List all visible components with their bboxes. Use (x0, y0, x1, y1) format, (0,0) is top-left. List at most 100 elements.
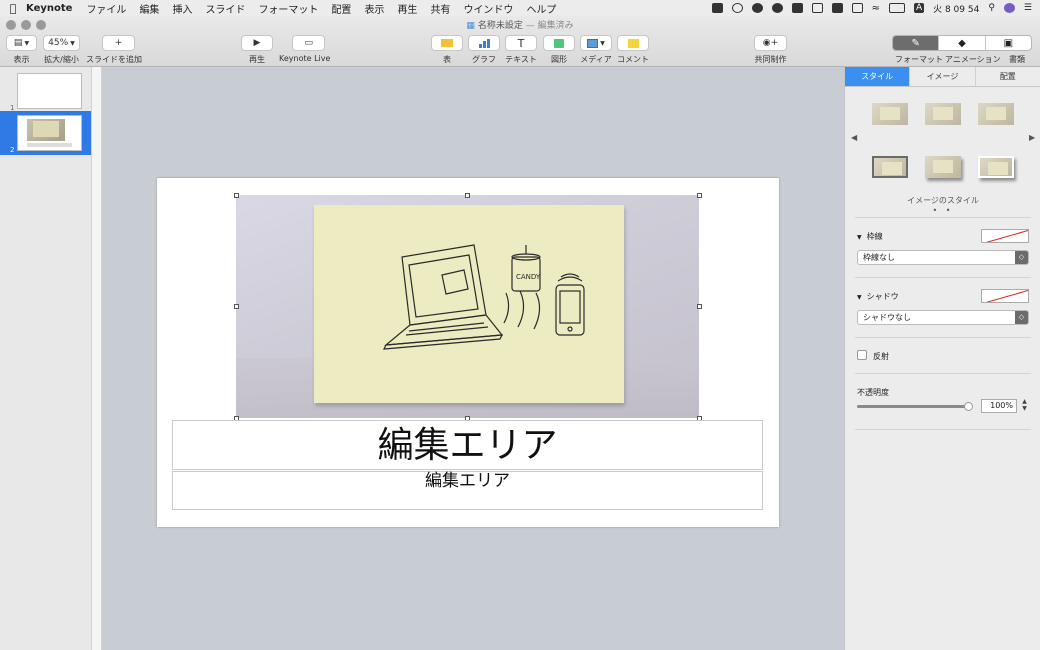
tab-image[interactable]: イメージ (910, 67, 976, 86)
opacity-slider[interactable] (857, 402, 973, 411)
collaborate-tool: ◉+ 共同制作 (754, 35, 787, 65)
menu-insert[interactable]: 挿入 (172, 1, 192, 16)
keynote-live-button[interactable]: ▭ (292, 35, 326, 51)
airplay-icon[interactable] (851, 3, 863, 13)
media-button[interactable]: ▼ (580, 35, 612, 51)
tab-arrange[interactable]: 配置 (976, 67, 1040, 86)
chevron-right-icon[interactable]: ▶ (1029, 133, 1035, 142)
chevron-updown-icon: ◇ (1015, 251, 1028, 264)
table-button[interactable] (431, 35, 463, 51)
collaborate-button[interactable]: ◉+ (754, 35, 787, 51)
apple-menu-icon[interactable]:  (0, 2, 26, 15)
chart-label: グラフ (472, 55, 496, 64)
navigator-scrollbar[interactable] (91, 67, 102, 650)
image-style-preset[interactable] (872, 103, 908, 125)
document-tab-button[interactable]: ▣ (986, 36, 1031, 50)
resize-handle-top[interactable] (465, 193, 470, 198)
battery-icon[interactable] (888, 3, 905, 13)
resize-handle-left[interactable] (234, 304, 239, 309)
border-style-value: 枠線なし (863, 253, 895, 262)
chart-button[interactable] (468, 35, 500, 51)
menu-edit[interactable]: 編集 (139, 1, 159, 16)
slide-image[interactable]: CANDY (236, 195, 699, 418)
divider (855, 337, 1031, 338)
wifi-icon[interactable]: ≈ (872, 3, 880, 14)
add-slide-button[interactable]: + (102, 35, 135, 51)
menu-view[interactable]: 表示 (364, 1, 384, 16)
menu-play[interactable]: 再生 (397, 1, 417, 16)
image-style-preset[interactable] (872, 156, 908, 178)
shadow-section-header[interactable]: ▼ シャドウ (857, 291, 899, 302)
contrast-icon[interactable] (811, 3, 823, 13)
inspector-switcher: ✎ ◆ ▣ (892, 35, 1032, 51)
opacity-input[interactable]: 100% (981, 399, 1017, 413)
slide-thumbnail-1[interactable]: 1 (0, 69, 91, 113)
table-icon (441, 39, 453, 47)
clock[interactable]: 火 8 09 54 (933, 2, 979, 15)
cloud-icon[interactable] (751, 3, 763, 13)
comment-button[interactable] (617, 35, 649, 51)
collaborate-icon: ◉+ (762, 38, 779, 48)
shadow-color-well[interactable] (981, 289, 1029, 303)
image-style-preset[interactable] (978, 103, 1014, 125)
shadow-style-select[interactable]: シャドウなし ◇ (857, 310, 1029, 325)
animate-tab-button[interactable]: ◆ (939, 36, 986, 50)
sync-icon[interactable] (771, 3, 783, 13)
play-button[interactable]: ▶ (241, 35, 273, 51)
keynote-live-tool: ▭ Keynote Live (279, 35, 330, 63)
sidebar-icon: ▤ (13, 38, 23, 48)
image-style-preset[interactable] (978, 156, 1014, 178)
input-source-indicator[interactable]: A (913, 3, 925, 13)
list-icon[interactable]: ☰ (1024, 3, 1032, 13)
view-button[interactable]: ▤ ▼ (6, 35, 37, 51)
border-color-well[interactable] (981, 229, 1029, 243)
menu-help[interactable]: ヘルプ (526, 1, 556, 16)
image-style-presets (862, 100, 1026, 180)
document-status: — 編集済み (525, 21, 574, 31)
chart-icon (478, 38, 490, 48)
chevron-left-icon[interactable]: ◀ (851, 133, 857, 142)
menu-slide[interactable]: スライド (205, 1, 245, 16)
zoom-select[interactable]: 45% ▼ (43, 35, 80, 51)
resize-handle-top-right[interactable] (697, 193, 702, 198)
search-icon[interactable]: ⚲ (988, 3, 995, 13)
page-indicator[interactable]: • • (845, 206, 1040, 215)
resize-handle-right[interactable] (697, 304, 702, 309)
slide-subtitle-textbox[interactable]: 編集エリア (172, 471, 763, 510)
broadcast-icon: ▭ (304, 38, 313, 48)
tab-style[interactable]: スタイル (845, 67, 911, 86)
menu-app-name[interactable]: Keynote (26, 3, 72, 14)
resize-handle-top-left[interactable] (234, 193, 239, 198)
border-section-header[interactable]: ▼ 枠線 (857, 231, 883, 242)
opacity-label: 不透明度 (857, 388, 889, 397)
menu-arrange[interactable]: 配置 (331, 1, 351, 16)
document-icon: ▣ (1003, 37, 1014, 49)
play-label: 再生 (249, 55, 265, 64)
dropbox-icon[interactable] (711, 3, 723, 13)
opacity-stepper[interactable]: ▲ ▼ (1020, 398, 1029, 413)
document-icon: ▦ (466, 21, 475, 31)
bluetooth-icon[interactable] (831, 3, 843, 13)
text-button[interactable]: T (505, 35, 537, 51)
view-tool: ▤ ▼ 表示 (6, 35, 37, 65)
clipboard-icon[interactable] (731, 3, 743, 13)
shape-button[interactable] (543, 35, 575, 51)
menu-format[interactable]: フォーマット (258, 1, 318, 16)
opacity-slider-knob[interactable] (964, 402, 973, 411)
menu-bar:  Keynote ファイル 編集 挿入 スライド フォーマット 配置 表示 再… (0, 0, 1040, 16)
slide-thumbnail-2[interactable]: 2 (0, 111, 91, 155)
image-style-preset[interactable] (925, 103, 961, 125)
media-label: メディア (580, 55, 612, 64)
evernote-icon[interactable] (791, 3, 803, 13)
reflection-checkbox[interactable] (857, 350, 867, 360)
shape-tool: 図形 (543, 35, 575, 65)
slide-title-textbox[interactable]: 編集エリア (172, 420, 763, 470)
menu-file[interactable]: ファイル (86, 1, 126, 16)
comment-icon (627, 38, 639, 48)
menu-share[interactable]: 共有 (430, 1, 450, 16)
format-tab-button[interactable]: ✎ (893, 36, 940, 50)
siri-icon[interactable] (1003, 3, 1015, 13)
image-style-preset[interactable] (925, 156, 961, 178)
menu-window[interactable]: ウインドウ (463, 1, 513, 16)
border-style-select[interactable]: 枠線なし ◇ (857, 250, 1029, 265)
